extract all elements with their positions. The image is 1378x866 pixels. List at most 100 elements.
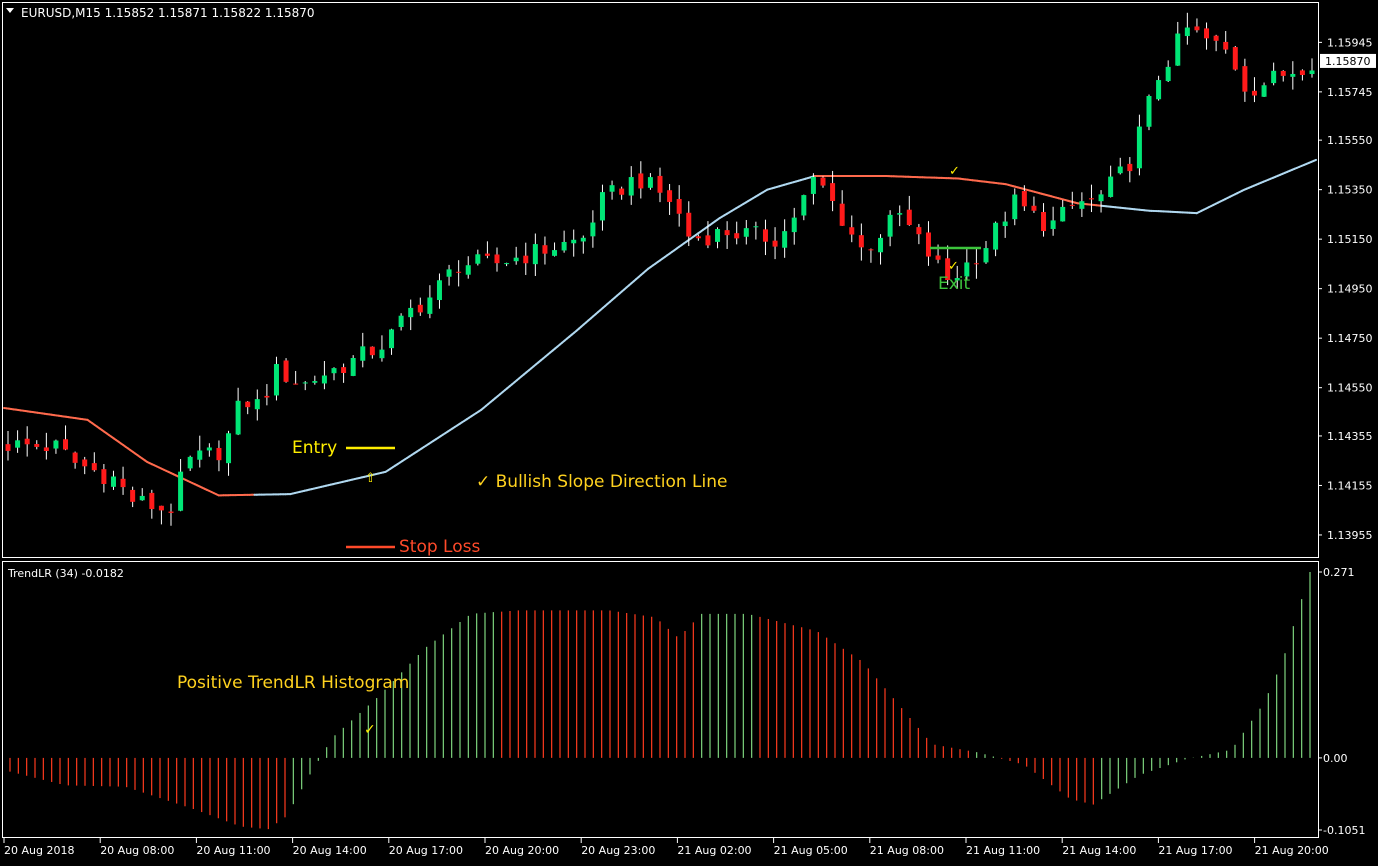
candle-body (811, 177, 816, 194)
candle-body (1252, 91, 1257, 96)
candle-body (332, 368, 337, 373)
candle-body (360, 346, 365, 360)
price-tick-label: 1.14750 (1327, 332, 1373, 345)
candle-body (399, 316, 404, 327)
candle-body (984, 248, 989, 262)
current-price-label: 1.15870 (1325, 55, 1371, 68)
candle-body (667, 190, 672, 202)
candle-body (1233, 47, 1238, 70)
candle-body (1079, 201, 1084, 209)
candle-body (1175, 34, 1180, 66)
candle-body (207, 447, 212, 450)
candle-body (1051, 220, 1056, 229)
candle-body (916, 227, 921, 234)
candle-body (73, 453, 78, 463)
candle-body (629, 177, 634, 195)
time-tick-label: 20 Aug 17:00 (389, 844, 463, 857)
candle-body (562, 242, 567, 250)
candle-body (264, 396, 269, 398)
candle-body (303, 382, 308, 383)
candle-body (801, 195, 806, 215)
candle-body (1118, 167, 1123, 174)
candle-body (1194, 26, 1199, 30)
time-tick-label: 21 Aug 20:00 (1255, 844, 1329, 857)
indicator-axis: 0.2710.00-0.1051 (1318, 566, 1365, 837)
stop-loss-label: Stop Loss (399, 537, 480, 557)
candle-body (1070, 205, 1075, 206)
candle-body (1214, 36, 1219, 41)
price-tick-label: 1.15550 (1327, 134, 1373, 147)
candle-body (1204, 28, 1209, 38)
candle-body (782, 231, 787, 248)
price-tick-label: 1.14355 (1327, 430, 1373, 443)
candle-body (25, 439, 30, 445)
chart-window[interactable]: 1.159451.157451.155501.153501.151501.149… (0, 0, 1378, 862)
price-tick-label: 1.15945 (1327, 36, 1373, 49)
time-tick-label: 20 Aug 20:00 (485, 844, 559, 857)
candle-body (255, 399, 260, 409)
candle-body (571, 240, 576, 244)
candle-body (993, 223, 998, 250)
candle-body (1281, 71, 1286, 76)
candle-body (878, 238, 883, 252)
candle-body (542, 245, 547, 253)
candle-body (859, 235, 864, 247)
candle-body (101, 469, 106, 484)
candle-body (821, 178, 826, 186)
time-tick-label: 21 Aug 02:00 (677, 844, 751, 857)
indicator-tick-label: -0.1051 (1323, 824, 1365, 837)
time-tick-label: 21 Aug 17:00 (1158, 844, 1232, 857)
candle-body (1300, 70, 1305, 75)
candle-body (389, 329, 394, 348)
candle-body (1166, 67, 1171, 81)
time-tick-label: 20 Aug 14:00 (293, 844, 367, 857)
candle-body (130, 490, 135, 502)
candle-body (725, 230, 730, 235)
candle-body (379, 350, 384, 359)
time-tick-label: 20 Aug 08:00 (100, 844, 174, 857)
trendlr-histogram (10, 572, 1310, 829)
candle-body (734, 233, 739, 238)
candle-body (600, 192, 605, 220)
candle-body (351, 358, 356, 376)
candle-body (638, 173, 643, 188)
candle-body (1041, 212, 1046, 231)
candle-body (427, 298, 432, 314)
candle-body (773, 241, 778, 247)
candle-body (1099, 194, 1104, 201)
candle-body (274, 364, 279, 395)
candle-body (226, 433, 231, 463)
symbol-dropdown-icon[interactable] (6, 8, 14, 13)
indicator-tick-label: 0.00 (1323, 752, 1348, 765)
candle-body (1242, 66, 1247, 92)
candle-body (552, 250, 557, 256)
candle-body (341, 367, 346, 373)
candle-body (245, 402, 250, 407)
candle-body (44, 447, 49, 451)
time-axis: 20 Aug 201820 Aug 08:0020 Aug 11:0020 Au… (4, 838, 1329, 857)
candle-body (514, 258, 519, 262)
candle-body (370, 347, 375, 355)
candle-body (178, 472, 183, 511)
candle-body (610, 185, 615, 191)
time-tick-label: 21 Aug 14:00 (1062, 844, 1136, 857)
candle-body (236, 401, 241, 435)
candle-body (284, 360, 289, 381)
candle-body (495, 254, 500, 263)
candle-body (1147, 96, 1152, 127)
exit-label: Exit (938, 274, 971, 294)
candle-body (188, 457, 193, 468)
price-tick-label: 1.14550 (1327, 382, 1373, 395)
candle-body (696, 236, 701, 238)
candle-body (1262, 85, 1267, 97)
candle-body (408, 308, 413, 317)
candle-body (1089, 198, 1094, 199)
candle-body (82, 459, 87, 466)
candle-body (926, 232, 931, 256)
candle-body (792, 218, 797, 232)
indicator-header: TrendLR (34) -0.0182 (7, 567, 124, 580)
candle-body (15, 440, 20, 447)
candle-body (1060, 207, 1065, 221)
candle-body (475, 254, 480, 263)
candle-body (1137, 127, 1142, 169)
